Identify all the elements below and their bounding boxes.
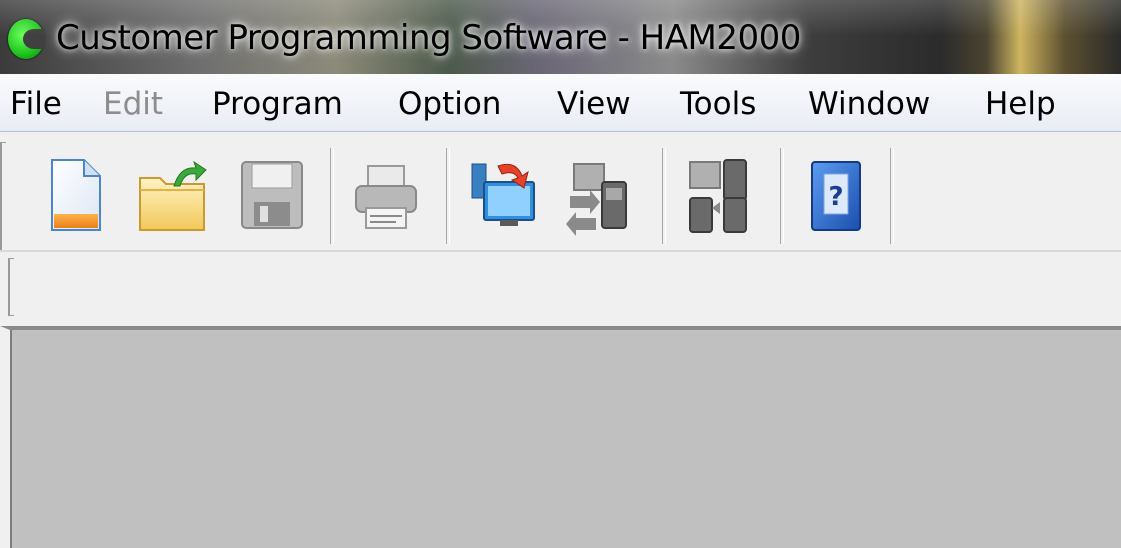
- new-document-button[interactable]: [38, 152, 116, 238]
- toolbar-gripper[interactable]: [0, 142, 6, 252]
- menu-window[interactable]: Window: [808, 84, 930, 124]
- save-disk-icon: [241, 161, 303, 229]
- toolbar-separator: [780, 148, 784, 244]
- save-button[interactable]: [234, 152, 312, 238]
- menu-view[interactable]: View: [557, 84, 631, 124]
- menu-edit[interactable]: Edit: [103, 84, 163, 124]
- help-book-icon: ?: [811, 161, 861, 231]
- new-document-icon: [51, 159, 101, 231]
- toolbar-separator: [662, 148, 666, 244]
- clone-radio-icon: [689, 159, 747, 233]
- toolbar-divider: [0, 250, 1121, 252]
- toolbar-separator: [330, 148, 334, 244]
- menu-help[interactable]: Help: [985, 84, 1056, 124]
- menu-program[interactable]: Program: [212, 84, 343, 124]
- window-title: Customer Programming Software - HAM2000: [56, 18, 801, 58]
- print-icon: [355, 165, 417, 229]
- open-button[interactable]: [134, 152, 212, 238]
- mdi-workspace[interactable]: [0, 326, 1121, 548]
- help-button[interactable]: ?: [798, 152, 876, 238]
- toolbar-separator: [446, 148, 450, 244]
- menu-tools[interactable]: Tools: [680, 84, 756, 124]
- open-folder-icon: [139, 160, 207, 231]
- app-logo-icon[interactable]: [8, 19, 45, 59]
- print-button[interactable]: [348, 152, 426, 238]
- toolbar-separator: [890, 148, 894, 244]
- secondary-toolbar-gripper[interactable]: [8, 258, 14, 316]
- menu-option[interactable]: Option: [398, 84, 501, 124]
- write-to-radio-icon: [566, 163, 627, 236]
- write-radio-button[interactable]: [560, 152, 638, 238]
- menu-bar: File Edit Program Option View Tools Wind…: [0, 74, 1121, 132]
- read-from-radio-icon: [471, 163, 535, 226]
- title-bar[interactable]: Customer Programming Software - HAM2000: [0, 0, 1121, 74]
- clone-radio-button[interactable]: [680, 152, 758, 238]
- svg-text:?: ?: [828, 182, 843, 212]
- menu-file[interactable]: File: [10, 84, 62, 124]
- read-radio-button[interactable]: [466, 152, 544, 238]
